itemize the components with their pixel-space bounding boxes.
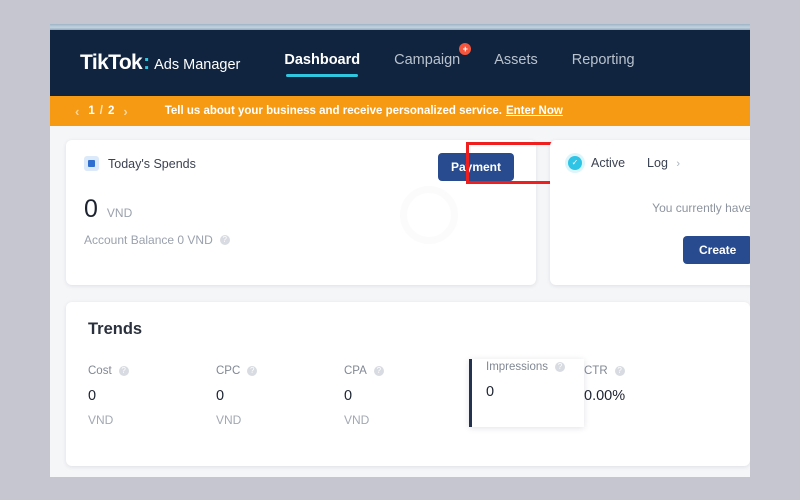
help-icon[interactable]: ? (118, 366, 129, 376)
metric-ctr-value: 0.00% (584, 388, 626, 404)
help-icon[interactable]: ? (614, 366, 625, 376)
metric-cpc-label: CPC (216, 365, 241, 377)
payment-button[interactable]: Payment (437, 153, 514, 181)
help-icon[interactable]: ? (555, 362, 565, 372)
metric-cost-label: Cost (88, 365, 112, 377)
trends-title: Trends (88, 320, 143, 338)
help-icon[interactable]: ? (373, 366, 384, 376)
metric-cpa-value: 0 (344, 388, 353, 404)
nav-item-campaign[interactable]: Campaign + (394, 42, 472, 75)
nav-item-assets[interactable]: Assets (494, 52, 538, 75)
promo-message: Tell us about your business and receive … (164, 105, 502, 117)
log-link[interactable]: Log › (647, 156, 680, 170)
metric-ctr[interactable]: CTR ? 0.00% (584, 365, 712, 427)
metric-cpa-label: CPA (344, 365, 367, 377)
empty-state-text: You currently have no a (652, 201, 750, 215)
status-badge: Active (591, 156, 626, 170)
metric-impressions-label-row: Impressions ? (486, 361, 584, 373)
promo-banner: ‹ 1 / 2 › Tell us about your business an… (50, 96, 750, 126)
trends-card: Trends Cost ? 0 VND CPC ? 0 VND CPA ? 0 … (66, 302, 750, 466)
metric-ctr-label: CTR (584, 365, 608, 377)
help-icon[interactable]: ? (247, 366, 258, 376)
metric-cost-value: 0 (88, 388, 97, 404)
promo-page-current: 1 (88, 105, 95, 117)
metric-cost-label-row: Cost ? (88, 365, 216, 377)
account-balance-text: Account Balance 0 VND (84, 233, 213, 247)
spends-amount-value: 0 (84, 195, 98, 223)
promo-enter-now-link[interactable]: Enter Now (506, 105, 563, 117)
create-button[interactable]: Create (683, 236, 750, 264)
nav-active-underline (286, 73, 359, 77)
promo-pager: ‹ 1 / 2 › (68, 104, 135, 119)
nav-item-reporting-label: Reporting (571, 51, 635, 68)
brand-logo[interactable]: TikTok : Ads Manager (80, 51, 240, 75)
nav-item-dashboard[interactable]: Dashboard (284, 51, 361, 77)
brand-logo-colon: : (143, 51, 151, 74)
chevron-right-icon: › (676, 158, 681, 170)
nav-item-campaign-label: Campaign (394, 51, 461, 68)
metric-cpa-unit: VND (344, 413, 370, 427)
metric-cpc-label-row: CPC ? (216, 365, 344, 377)
metric-cost[interactable]: Cost ? 0 VND (88, 365, 216, 427)
brand-logo-word: TikTok (80, 51, 143, 74)
metric-impressions-value: 0 (486, 384, 495, 400)
metric-cpa[interactable]: CPA ? 0 VND (344, 365, 472, 427)
todays-spends-card: Today's Spends Payment 0 VND Account Bal… (66, 140, 562, 285)
metric-cpc-value: 0 (216, 388, 225, 404)
metric-impressions-label: Impressions (486, 361, 548, 373)
trends-metrics-row: Cost ? 0 VND CPC ? 0 VND CPA ? 0 VND Imp… (88, 359, 728, 427)
chevron-left-icon[interactable]: ‹ (68, 104, 86, 119)
brand-logo-subtitle: Ads Manager (154, 57, 241, 73)
spends-square-icon (84, 156, 99, 171)
metric-cpc[interactable]: CPC ? 0 VND (216, 365, 344, 427)
plus-badge-icon: + (459, 42, 472, 55)
metric-impressions[interactable]: Impressions ? 0 (469, 359, 584, 427)
top-navigation-bar: TikTok : Ads Manager Dashboard Campaign … (50, 30, 750, 96)
promo-page-separator: / (99, 105, 103, 117)
top-cards-row: Today's Spends Payment 0 VND Account Bal… (66, 140, 750, 285)
promo-page-total: 2 (107, 105, 115, 117)
account-status-row: ✓ Active Log › (568, 156, 750, 170)
chevron-right-icon[interactable]: › (116, 104, 134, 119)
nav-item-dashboard-label: Dashboard (284, 51, 361, 68)
metric-cpc-unit: VND (216, 413, 242, 427)
help-icon[interactable]: ? (219, 235, 230, 245)
nav-item-assets-label: Assets (494, 51, 538, 68)
metric-cost-unit: VND (88, 413, 114, 427)
spends-amount-unit: VND (106, 206, 133, 220)
active-status-check-icon: ✓ (568, 156, 582, 170)
account-balance-row: Account Balance 0 VND ? (84, 233, 518, 247)
log-link-label: Log (647, 156, 668, 170)
metric-ctr-label-row: CTR ? (584, 365, 712, 377)
metric-cpa-label-row: CPA ? (344, 365, 472, 377)
account-status-card: ✓ Active Log › You currently have no a C… (550, 140, 750, 285)
dashboard-content: Today's Spends Payment 0 VND Account Bal… (50, 126, 750, 466)
spends-donut-chart (400, 186, 458, 244)
spends-card-title: Today's Spends (108, 156, 196, 171)
app-window: TikTok : Ads Manager Dashboard Campaign … (50, 24, 750, 477)
nav-item-reporting[interactable]: Reporting (572, 52, 635, 75)
